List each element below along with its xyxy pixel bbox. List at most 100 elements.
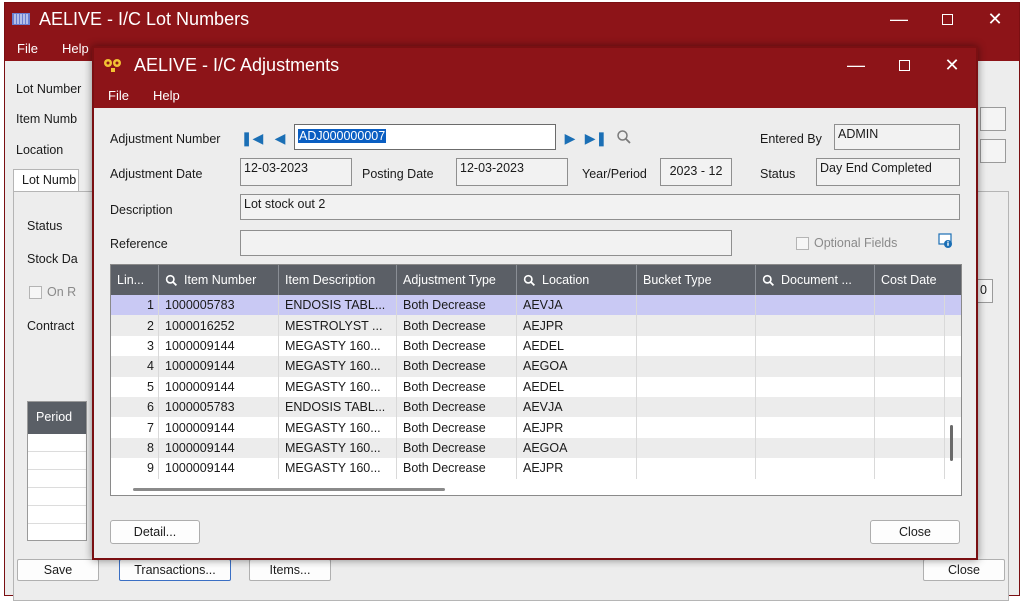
cell-bucket-type[interactable] (637, 417, 756, 438)
column-line[interactable]: Lin... (111, 265, 159, 295)
table-row[interactable]: 2 1000016252 MESTROLYST ... Both Decrease AE… (111, 315, 961, 336)
cell-item-number[interactable]: 1000005783 (159, 295, 279, 316)
on-hold-checkbox[interactable]: On R (29, 285, 76, 299)
cell-document[interactable] (756, 315, 875, 336)
cell-bucket-type[interactable] (637, 458, 756, 479)
cell-item-number[interactable]: 1000009144 (159, 335, 279, 357)
cell-location[interactable]: AEGOA (517, 356, 637, 377)
cell-adjustment-type[interactable]: Both Decrease (397, 417, 517, 438)
cell-adjustment-type[interactable]: Both Decrease (397, 458, 517, 479)
cell-document[interactable] (756, 458, 875, 479)
partial-field[interactable]: 0 (977, 279, 993, 303)
cell-location[interactable]: AEDEL (517, 335, 637, 357)
cell-cost-date[interactable] (875, 356, 945, 377)
cell-bucket-type[interactable] (637, 295, 756, 316)
cell-cost-date[interactable] (875, 458, 945, 479)
horizontal-scrollbar[interactable] (133, 488, 445, 491)
cell-location[interactable]: AEVJA (517, 396, 637, 418)
table-row[interactable]: 5 1000009144 MEGASTY 160... Both Decrease AE… (111, 376, 961, 397)
table-row[interactable]: 7 1000009144 MEGASTY 160... Both Decrease AE… (111, 417, 961, 438)
table-row[interactable]: 6 1000005783 ENDOSIS TABL... Both Decrease A… (111, 396, 961, 418)
cell-item-number[interactable]: 1000009144 (159, 437, 279, 459)
cell-document[interactable] (756, 356, 875, 377)
cell-cost-date[interactable] (875, 335, 945, 357)
menu-help[interactable]: Help (153, 88, 180, 103)
cell-item-description[interactable]: MEGASTY 160... (279, 335, 397, 357)
menu-file[interactable]: File (17, 41, 38, 56)
adjustment-lines-grid[interactable]: Lin... Item Number Item Description Adju… (110, 264, 962, 496)
cell-item-number[interactable]: 1000009144 (159, 458, 279, 479)
cell-adjustment-type[interactable]: Both Decrease (397, 396, 517, 418)
cell-document[interactable] (756, 417, 875, 438)
cell-cost-date[interactable] (875, 376, 945, 397)
cell-document[interactable] (756, 437, 875, 459)
period-grid[interactable]: Period (27, 401, 87, 541)
cell-item-number[interactable]: 1000016252 (159, 315, 279, 336)
next-record-button[interactable]: ▶ (562, 129, 578, 147)
cell-item-description[interactable]: MEGASTY 160... (279, 458, 397, 479)
cell-line[interactable]: 7 (111, 417, 159, 438)
cell-location[interactable]: AEJPR (517, 315, 637, 336)
maximize-button[interactable] (923, 3, 971, 35)
cell-line[interactable]: 9 (111, 458, 159, 479)
cell-item-number[interactable]: 1000009144 (159, 376, 279, 397)
cell-item-number[interactable]: 1000005783 (159, 396, 279, 418)
cell-item-description[interactable]: ENDOSIS TABL... (279, 295, 397, 316)
cell-document[interactable] (756, 376, 875, 397)
column-cost-date[interactable]: Cost Date (875, 265, 945, 295)
save-button[interactable]: Save (17, 559, 99, 581)
cell-cost-date[interactable] (875, 295, 945, 316)
cell-bucket-type[interactable] (637, 315, 756, 336)
cell-cost-date[interactable] (875, 437, 945, 459)
adjustment-number-input[interactable]: ADJ000000007 (294, 124, 556, 150)
cell-document[interactable] (756, 295, 875, 316)
cell-cost-date[interactable] (875, 396, 945, 418)
bg-close-button[interactable]: Close (923, 559, 1005, 581)
cell-item-description[interactable]: MEGASTY 160... (279, 437, 397, 459)
description-field[interactable]: Lot stock out 2 (240, 194, 960, 220)
cell-adjustment-type[interactable]: Both Decrease (397, 356, 517, 377)
location-field-edge[interactable] (980, 139, 1006, 163)
column-item-description[interactable]: Item Description (279, 265, 397, 295)
cell-location[interactable]: AEJPR (517, 458, 637, 479)
cell-document[interactable] (756, 396, 875, 418)
first-record-button[interactable]: ❚◀ (241, 129, 264, 147)
cell-bucket-type[interactable] (637, 376, 756, 397)
cell-cost-date[interactable] (875, 417, 945, 438)
column-item-number[interactable]: Item Number (159, 265, 279, 295)
transactions-button[interactable]: Transactions... (119, 559, 231, 581)
table-row[interactable]: 4 1000009144 MEGASTY 160... Both Decrease AE… (111, 356, 961, 377)
column-location[interactable]: Location (517, 265, 637, 295)
cell-adjustment-type[interactable]: Both Decrease (397, 315, 517, 336)
vertical-scrollbar[interactable] (950, 425, 953, 461)
cell-line[interactable]: 5 (111, 376, 159, 397)
cell-location[interactable]: AEVJA (517, 295, 637, 316)
cell-location[interactable]: AEJPR (517, 417, 637, 438)
table-row[interactable]: 9 1000009144 MEGASTY 160... Both Decrease AE… (111, 458, 961, 479)
cell-bucket-type[interactable] (637, 356, 756, 377)
cell-bucket-type[interactable] (637, 396, 756, 418)
cell-line[interactable]: 3 (111, 335, 159, 357)
cell-location[interactable]: AEGOA (517, 437, 637, 459)
menu-help[interactable]: Help (62, 41, 89, 56)
cell-item-description[interactable]: ENDOSIS TABL... (279, 396, 397, 418)
table-row[interactable]: 3 1000009144 MEGASTY 160... Both Decrease AE… (111, 335, 961, 357)
cell-adjustment-type[interactable]: Both Decrease (397, 376, 517, 397)
cell-item-number[interactable]: 1000009144 (159, 356, 279, 377)
adjustments-titlebar[interactable]: AELIVE - I/C Adjustments — ✕ (94, 48, 976, 82)
previous-record-button[interactable]: ◀ (272, 129, 288, 147)
optional-fields-checkbox[interactable]: Optional Fields (796, 236, 897, 250)
optional-fields-info-button[interactable] (938, 232, 954, 250)
lot-numbers-titlebar[interactable]: AELIVE - I/C Lot Numbers — ✕ (5, 3, 1019, 35)
table-row[interactable]: 8 1000009144 MEGASTY 160... Both Decrease AE… (111, 437, 961, 459)
adjustment-date-field[interactable]: 12-03-2023 (240, 158, 352, 186)
cell-item-number[interactable]: 1000009144 (159, 417, 279, 438)
cell-line[interactable]: 2 (111, 315, 159, 336)
cell-item-description[interactable]: MEGASTY 160... (279, 376, 397, 397)
cell-adjustment-type[interactable]: Both Decrease (397, 335, 517, 357)
cell-line[interactable]: 6 (111, 396, 159, 418)
posting-date-field[interactable]: 12-03-2023 (456, 158, 568, 186)
cell-location[interactable]: AEDEL (517, 376, 637, 397)
column-document[interactable]: Document ... (756, 265, 875, 295)
dialog-minimize-button[interactable]: — (832, 48, 880, 82)
